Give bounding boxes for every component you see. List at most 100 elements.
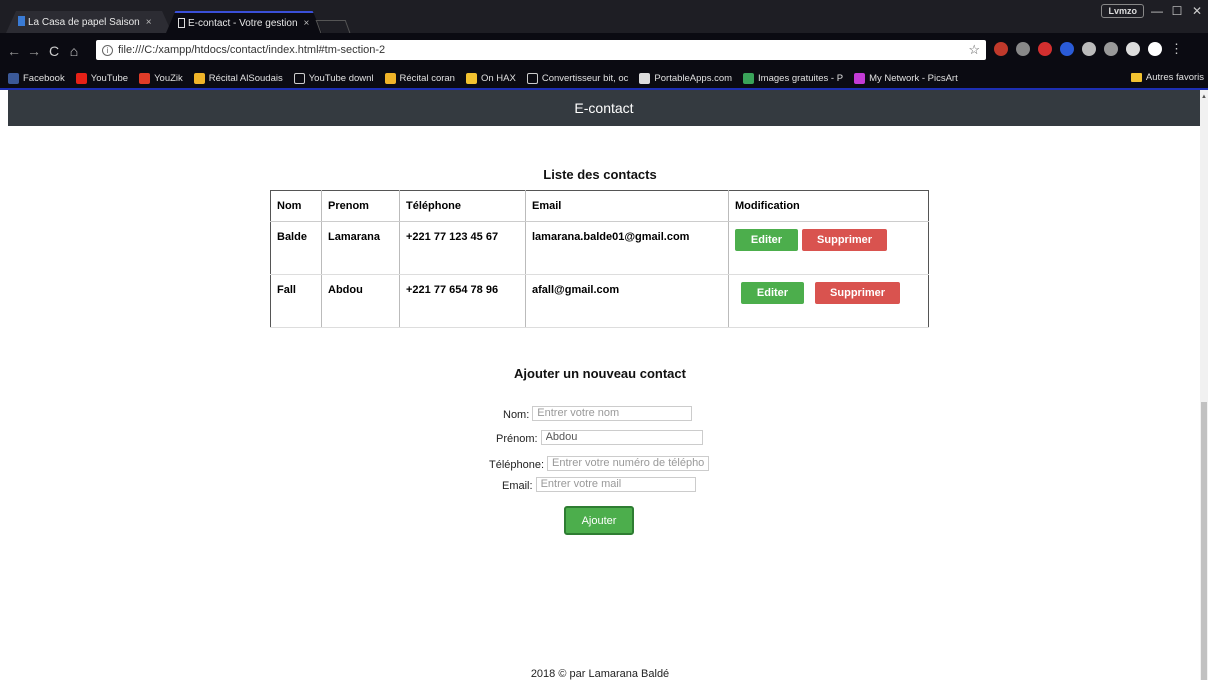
add-contact-title: Ajouter un nouveau contact bbox=[514, 366, 686, 381]
tab-title: E-contact - Votre gestion bbox=[188, 17, 298, 29]
nom-label: Nom: bbox=[503, 409, 530, 421]
extension-icon[interactable] bbox=[994, 42, 1008, 56]
info-icon[interactable]: i bbox=[102, 44, 113, 56]
telephone-field[interactable] bbox=[547, 455, 710, 471]
address-bar[interactable]: i file:///C:/xampp/htdocs/contact/index.… bbox=[96, 40, 986, 60]
delete-button[interactable]: Supprimer bbox=[815, 282, 901, 304]
bookmark-label: Récital AlSoudais bbox=[208, 72, 283, 84]
extension-icon[interactable] bbox=[1060, 42, 1074, 56]
email-field[interactable] bbox=[535, 476, 696, 492]
tab-close-icon[interactable]: × bbox=[146, 17, 152, 28]
bookmark-favicon-icon bbox=[75, 72, 87, 84]
bookmark-favicon-icon bbox=[8, 72, 19, 84]
bookmark-label: YouZik bbox=[154, 72, 183, 84]
other-bookmarks-folder[interactable]: Autres favoris bbox=[1130, 72, 1204, 83]
bookmark-label: My Network - PicsArt bbox=[869, 72, 958, 84]
extension-icon[interactable] bbox=[1016, 42, 1030, 56]
bookmark-item[interactable]: My Network - PicsArt bbox=[854, 72, 958, 84]
page-scrollbar[interactable]: ▲ bbox=[1200, 90, 1208, 680]
cell-prenom: Abdou bbox=[321, 274, 400, 328]
bookmark-label: Images gratuites - P bbox=[758, 72, 844, 84]
tab-title: La Casa de papel Saison bbox=[28, 16, 140, 28]
edit-button[interactable]: Editer bbox=[741, 282, 804, 304]
home-icon[interactable]: ⌂ bbox=[64, 43, 84, 59]
prenom-field[interactable] bbox=[540, 429, 703, 445]
extension-icon[interactable] bbox=[1126, 42, 1140, 56]
form-row-nom: Nom: bbox=[503, 405, 693, 421]
add-button[interactable]: Ajouter bbox=[564, 506, 634, 535]
scroll-up-icon[interactable]: ▲ bbox=[1201, 94, 1207, 100]
minimize-icon[interactable]: — bbox=[1150, 4, 1164, 18]
cell-telephone: +221 77 654 78 96 bbox=[399, 274, 526, 328]
back-icon[interactable]: ← bbox=[4, 43, 24, 59]
bookmark-item[interactable]: Facebook bbox=[8, 72, 65, 84]
nom-field[interactable] bbox=[532, 405, 693, 421]
bookmark-star-icon[interactable]: ☆ bbox=[968, 42, 980, 58]
contacts-title: Liste des contacts bbox=[543, 167, 657, 182]
bookmark-item[interactable]: PortableApps.com bbox=[639, 72, 733, 84]
bookmark-item[interactable]: Récital AlSoudais bbox=[193, 72, 283, 84]
folder-icon bbox=[1130, 73, 1142, 82]
bookmark-label: Récital coran bbox=[399, 72, 455, 84]
bookmark-item[interactable]: YouTube bbox=[75, 72, 128, 84]
bookmark-favicon-icon bbox=[293, 72, 305, 84]
footer-text: 2018 © par Lamarana Baldé bbox=[530, 668, 670, 680]
new-tab-button[interactable] bbox=[315, 20, 351, 33]
bookmark-item[interactable]: YouZik bbox=[139, 72, 183, 84]
prenom-label: Prénom: bbox=[496, 433, 538, 445]
reload-icon[interactable]: C bbox=[44, 43, 64, 59]
bookmark-label: YouTube downl bbox=[308, 72, 374, 84]
page-content: E-contact Liste des contacts Nom Prenom … bbox=[0, 90, 1200, 680]
browser-toolbar: ← → C ⌂ i file:///C:/xampp/htdocs/contac… bbox=[0, 33, 1208, 68]
cell-telephone: +221 77 123 45 67 bbox=[399, 221, 526, 275]
table-row: Fall Abdou +221 77 654 78 96 afall@gmail… bbox=[270, 274, 929, 328]
column-header-email: Email bbox=[525, 190, 729, 222]
tab-page-icon bbox=[178, 18, 185, 28]
url-text: file:///C:/xampp/htdocs/contact/index.ht… bbox=[118, 44, 386, 56]
cell-nom: Balde bbox=[270, 221, 322, 275]
form-row-telephone: Téléphone: bbox=[489, 455, 710, 471]
extensions-area: ⋮ bbox=[994, 42, 1183, 56]
bookmarks-bar: Facebook YouTube YouZik Récital AlSoudais Yo… bbox=[0, 68, 1208, 88]
cell-actions: Editer Supprimer bbox=[728, 221, 929, 275]
extension-icon[interactable] bbox=[1148, 42, 1162, 56]
column-header-prenom: Prenom bbox=[321, 190, 400, 222]
forward-icon[interactable]: → bbox=[24, 43, 44, 59]
bookmark-favicon-icon bbox=[465, 72, 477, 84]
email-label: Email: bbox=[502, 480, 533, 492]
bookmark-label: Facebook bbox=[23, 72, 65, 84]
close-icon[interactable]: ✕ bbox=[1190, 4, 1204, 18]
column-header-telephone: Téléphone bbox=[399, 190, 526, 222]
bookmark-label: PortableApps.com bbox=[654, 72, 733, 84]
table-row: Balde Lamarana +221 77 123 45 67 lamaran… bbox=[270, 221, 929, 275]
browser-titlebar: La Casa de papel Saison × E-contact - Vo… bbox=[0, 0, 1208, 33]
adblock-icon[interactable] bbox=[1038, 42, 1052, 56]
profile-badge[interactable]: Lvmzo bbox=[1101, 4, 1144, 18]
table-header-row: Nom Prenom Téléphone Email Modification bbox=[270, 190, 929, 222]
cell-nom: Fall bbox=[270, 274, 322, 328]
tab-la-casa-de-papel[interactable]: La Casa de papel Saison × bbox=[6, 11, 172, 33]
menu-icon[interactable]: ⋮ bbox=[1170, 42, 1183, 56]
tab-close-icon[interactable]: × bbox=[304, 18, 310, 29]
bookmark-item[interactable]: YouTube downl bbox=[293, 72, 374, 84]
tab-e-contact[interactable]: E-contact - Votre gestion × bbox=[166, 11, 322, 33]
bookmark-label: On HAX bbox=[480, 72, 516, 84]
edit-button[interactable]: Editer bbox=[735, 229, 798, 251]
other-bookmarks-label: Autres favoris bbox=[1145, 72, 1204, 83]
globe-icon[interactable] bbox=[1082, 42, 1096, 56]
maximize-icon[interactable]: ☐ bbox=[1170, 4, 1184, 18]
cell-email: afall@gmail.com bbox=[525, 274, 729, 328]
form-row-prenom: Prénom: bbox=[496, 429, 703, 445]
delete-button[interactable]: Supprimer bbox=[802, 229, 888, 251]
bookmark-item[interactable]: Images gratuites - P bbox=[743, 72, 844, 84]
bookmark-favicon-icon bbox=[384, 72, 396, 84]
bookmark-item[interactable]: Récital coran bbox=[384, 72, 455, 84]
bookmark-item[interactable]: On HAX bbox=[465, 72, 516, 84]
bookmark-favicon-icon bbox=[743, 72, 755, 84]
window-controls: Lvmzo — ☐ ✕ bbox=[1101, 4, 1204, 18]
bookmark-item[interactable]: Convertisseur bit, oc bbox=[526, 72, 629, 84]
shield-icon[interactable] bbox=[1104, 42, 1118, 56]
bookmark-label: Convertisseur bit, oc bbox=[541, 72, 629, 84]
scrollbar-thumb[interactable] bbox=[1201, 402, 1207, 680]
bookmark-favicon-icon bbox=[526, 72, 538, 84]
